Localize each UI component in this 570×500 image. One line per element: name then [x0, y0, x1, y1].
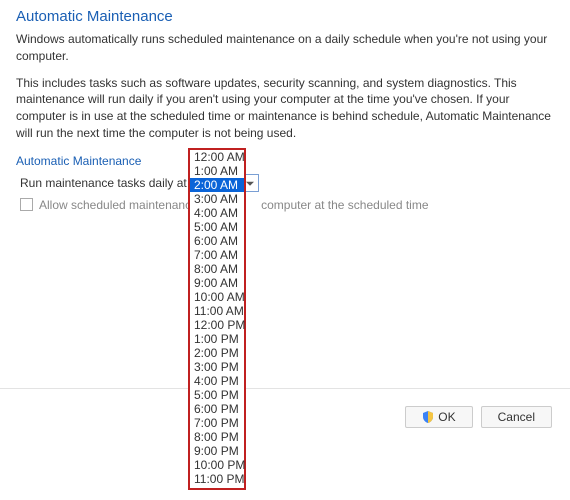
time-option[interactable]: 10:00 PM [190, 458, 244, 472]
time-option[interactable]: 6:00 PM [190, 402, 244, 416]
group-label: Automatic Maintenance [16, 154, 554, 168]
time-option[interactable]: 12:00 AM [190, 150, 244, 164]
cancel-label: Cancel [498, 410, 535, 424]
time-option[interactable]: 11:00 PM [190, 472, 244, 486]
wake-label-part1: Allow scheduled maintenanc [39, 198, 191, 212]
wake-checkbox[interactable] [20, 198, 33, 211]
run-label: Run maintenance tasks daily at [20, 176, 187, 190]
time-option[interactable]: 7:00 PM [190, 416, 244, 430]
time-option[interactable]: 7:00 AM [190, 248, 244, 262]
time-option[interactable]: 3:00 PM [190, 360, 244, 374]
time-option[interactable]: 1:00 AM [190, 164, 244, 178]
time-option[interactable]: 9:00 AM [190, 276, 244, 290]
time-option[interactable]: 5:00 PM [190, 388, 244, 402]
time-option[interactable]: 6:00 AM [190, 234, 244, 248]
time-option[interactable]: 2:00 AM [190, 178, 244, 192]
time-option[interactable]: 2:00 PM [190, 346, 244, 360]
description-2: This includes tasks such as software upd… [16, 75, 554, 142]
wake-label-part2: computer at the scheduled time [261, 198, 428, 212]
time-option[interactable]: 1:00 PM [190, 332, 244, 346]
time-option[interactable]: 11:00 AM [190, 304, 244, 318]
time-option[interactable]: 10:00 AM [190, 290, 244, 304]
time-option[interactable]: 12:00 PM [190, 318, 244, 332]
ok-button[interactable]: OK [405, 406, 472, 428]
time-option[interactable]: 4:00 PM [190, 374, 244, 388]
shield-icon [422, 411, 434, 423]
ok-label: OK [438, 410, 455, 424]
time-dropdown[interactable]: 12:00 AM1:00 AM2:00 AM3:00 AM4:00 AM5:00… [188, 148, 246, 490]
section-title: Automatic Maintenance [16, 8, 554, 25]
divider [0, 388, 570, 389]
time-option[interactable]: 3:00 AM [190, 192, 244, 206]
time-option[interactable]: 9:00 PM [190, 444, 244, 458]
cancel-button[interactable]: Cancel [481, 406, 552, 428]
time-option[interactable]: 4:00 AM [190, 206, 244, 220]
time-option[interactable]: 8:00 AM [190, 262, 244, 276]
time-option[interactable]: 8:00 PM [190, 430, 244, 444]
time-option[interactable]: 5:00 AM [190, 220, 244, 234]
description-1: Windows automatically runs scheduled mai… [16, 31, 554, 65]
